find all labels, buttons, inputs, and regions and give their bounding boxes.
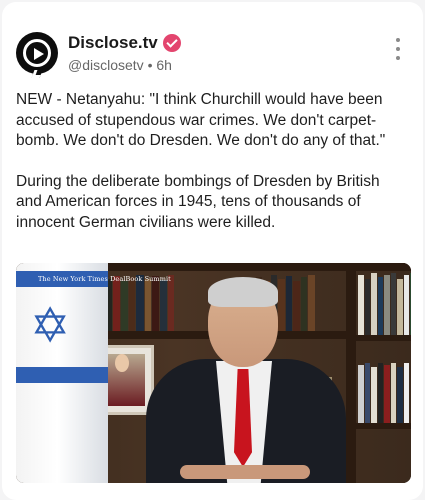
verified-badge-icon xyxy=(162,34,181,52)
post-card: Disclose.tv @disclosetv • 6h NEW - Netan… xyxy=(2,2,423,500)
play-logo-icon xyxy=(23,39,51,78)
author-handle[interactable]: @disclosetv xyxy=(68,57,144,73)
post-header: Disclose.tv @disclosetv • 6h xyxy=(16,30,409,78)
shelf-right-2 xyxy=(356,423,411,429)
bookshelf-books-right-top xyxy=(358,271,411,335)
star-of-david-icon: ✡ xyxy=(30,300,71,353)
shelf-divider xyxy=(346,263,356,483)
author-name-row[interactable]: Disclose.tv xyxy=(68,32,181,54)
avatar[interactable] xyxy=(16,32,58,78)
author-meta: @disclosetv • 6h xyxy=(68,55,181,75)
post-paragraph-2: During the deliberate bombings of Dresde… xyxy=(16,172,380,231)
shelf-right-1 xyxy=(356,335,411,341)
author-info: Disclose.tv @disclosetv • 6h xyxy=(68,32,181,75)
more-vertical-icon[interactable] xyxy=(391,38,405,60)
author-display-name[interactable]: Disclose.tv xyxy=(68,32,158,54)
bookshelf-books-right-bottom xyxy=(358,361,410,423)
video-thumbnail[interactable]: ✡ The New York Times DealBook Summit xyxy=(16,263,411,483)
israel-flag: ✡ xyxy=(16,263,108,483)
speaker xyxy=(146,269,346,483)
meta-separator: • xyxy=(147,57,153,73)
post-time[interactable]: 6h xyxy=(156,57,172,73)
post-text: NEW - Netanyahu: "I think Churchill woul… xyxy=(16,90,408,253)
post-paragraph-1: NEW - Netanyahu: "I think Churchill woul… xyxy=(16,91,386,149)
video-watermark: The New York Times DealBook Summit xyxy=(38,275,171,283)
